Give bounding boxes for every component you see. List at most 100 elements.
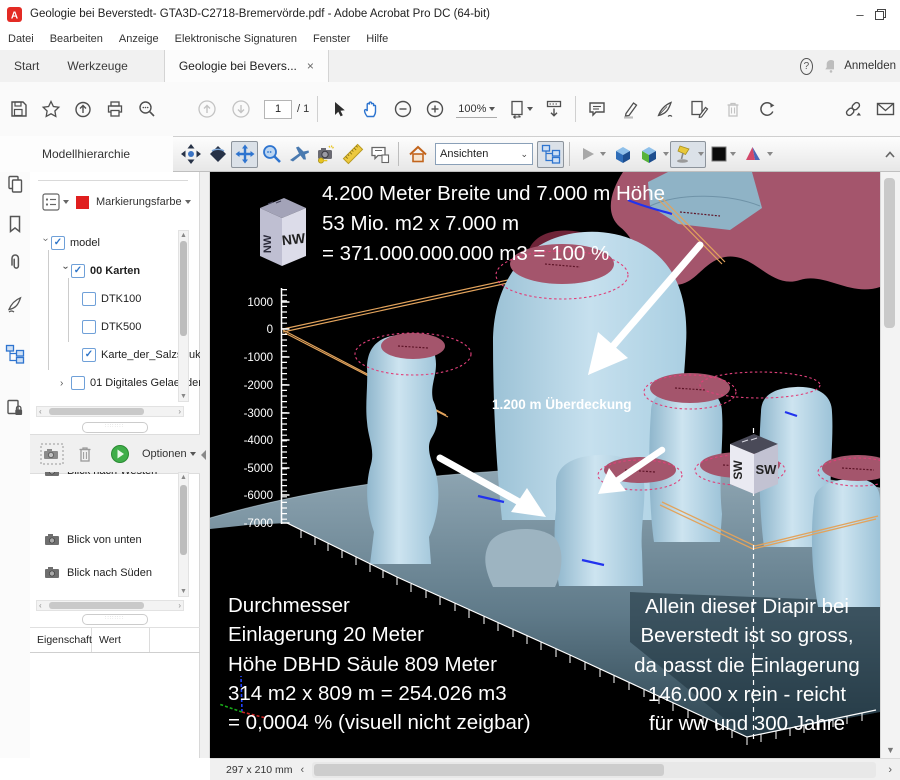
zoom-in-button[interactable] xyxy=(422,96,448,122)
menu-hilfe[interactable]: Hilfe xyxy=(358,33,396,45)
tab-document[interactable]: Geologie bei Bevers... × xyxy=(164,50,329,82)
view-item-blick-nach-westen[interactable]: Blick nach Westen xyxy=(30,472,180,487)
tree-item-00-karten[interactable]: ›✓00 Karten xyxy=(60,258,140,284)
svg-text:= 0,0004 % (visuell nicht zeig: = 0,0004 % (visuell nicht zeigbar) xyxy=(228,711,531,734)
sign-in-link[interactable]: Anmelden xyxy=(844,60,896,72)
new-view-camera-icon[interactable] xyxy=(40,443,64,465)
scroll-mode-button[interactable] xyxy=(541,96,567,122)
background-color-button[interactable] xyxy=(706,141,740,168)
scroll-left-arrow-icon[interactable]: ‹ xyxy=(301,764,305,776)
views-horizontal-scrollbar[interactable]: ‹› xyxy=(36,600,184,611)
window-title: Geologie bei Beverstedt- GTA3D-C2718-Bre… xyxy=(30,8,490,20)
scroll-right-arrow-icon[interactable]: › xyxy=(888,764,892,776)
lighting-button[interactable] xyxy=(670,141,706,168)
views-vertical-scrollbar[interactable]: ▲▼ xyxy=(178,472,189,597)
svg-text:0: 0 xyxy=(267,324,273,336)
camera-view-3d-tool[interactable] xyxy=(312,141,339,168)
link-share-button[interactable] xyxy=(840,96,866,122)
page-number-input[interactable]: 1 xyxy=(264,100,292,119)
salt-diapir-far-right xyxy=(812,479,880,607)
go-to-view-button[interactable] xyxy=(110,444,130,464)
comment-tool-button[interactable] xyxy=(584,96,610,122)
delete-view-icon[interactable] xyxy=(76,444,94,464)
measure-3d-tool[interactable] xyxy=(339,141,366,168)
document-horizontal-scrollbar[interactable] xyxy=(312,762,876,778)
svg-text:53 Mio. m2 x 7.000 m: 53 Mio. m2 x 7.000 m xyxy=(322,212,519,235)
help-icon[interactable]: ? xyxy=(800,58,813,75)
notifications-bell-icon[interactable] xyxy=(823,58,834,74)
panel-splitter-handle[interactable]: :::::::: xyxy=(82,422,148,433)
options-menu-label[interactable]: Optionen xyxy=(142,448,187,460)
panel-splitter-handle-2[interactable]: :::::::: xyxy=(82,614,148,625)
panel-collapse-arrow-icon[interactable] xyxy=(201,450,206,460)
restore-button[interactable] xyxy=(875,9,886,20)
model-tree-toggle-button[interactable] xyxy=(537,141,564,168)
toolbar-collapse-button[interactable] xyxy=(884,150,896,159)
cross-section-button[interactable] xyxy=(740,141,774,168)
3d-document-canvas[interactable]: 1000 0 -1000 -2000 -3000 -4000 -5000 -60… xyxy=(210,172,880,758)
rotate-pages-button[interactable] xyxy=(754,96,780,122)
rotate-3d-tool[interactable] xyxy=(177,141,204,168)
compass-cube-nw: NW NW xyxy=(260,198,307,266)
signatures-icon[interactable] xyxy=(5,294,25,314)
minimize-button[interactable]: – xyxy=(845,7,875,22)
views-dropdown[interactable]: Ansichten⌄ xyxy=(435,143,533,165)
previous-page-button[interactable] xyxy=(194,96,220,122)
tree-item-dtk100[interactable]: DTK100 xyxy=(82,286,141,312)
tab-start[interactable]: Start xyxy=(0,50,53,82)
tree-vertical-scrollbar[interactable]: ▲▼ xyxy=(178,230,189,402)
render-mode-button[interactable] xyxy=(636,141,670,168)
menu-signaturen[interactable]: Elektronische Signaturen xyxy=(167,33,305,45)
print-button[interactable] xyxy=(102,96,128,122)
svg-text:-2000: -2000 xyxy=(244,380,273,392)
model-tree-panel-icon[interactable] xyxy=(5,344,25,364)
sign-tool-button[interactable] xyxy=(652,96,678,122)
star-favorites-button[interactable] xyxy=(38,96,64,122)
view-item-blick-von-unten[interactable]: Blick von unten xyxy=(30,523,180,556)
menu-anzeige[interactable]: Anzeige xyxy=(111,33,167,45)
search-icon[interactable] xyxy=(134,96,160,122)
menu-datei[interactable]: Datei xyxy=(0,33,42,45)
scroll-down-arrow-icon[interactable]: ▼ xyxy=(881,745,900,755)
document-vertical-scrollbar[interactable]: ▼ xyxy=(880,172,900,758)
attachments-icon[interactable] xyxy=(5,252,25,272)
pan-3d-tool[interactable] xyxy=(231,141,258,168)
highlight-tool-button[interactable] xyxy=(618,96,644,122)
zoom-out-button[interactable] xyxy=(390,96,416,122)
page-fit-button[interactable] xyxy=(507,96,533,122)
menu-fenster[interactable]: Fenster xyxy=(305,33,358,45)
bookmarks-icon[interactable] xyxy=(5,214,25,234)
view-item-messansicht7[interactable]: › Messansicht7 xyxy=(30,589,180,597)
projection-cube-button[interactable] xyxy=(609,141,636,168)
salt-hill-low xyxy=(485,529,561,587)
share-button[interactable] xyxy=(70,96,96,122)
zoom-level-select[interactable]: 100% xyxy=(456,101,497,118)
hand-tool-button[interactable] xyxy=(358,96,384,122)
tab-close-icon[interactable]: × xyxy=(307,59,314,73)
tab-werkzeuge[interactable]: Werkzeuge xyxy=(53,50,141,82)
fly-3d-tool[interactable] xyxy=(285,141,312,168)
menu-bearbeiten[interactable]: Bearbeiten xyxy=(42,33,111,45)
panel-resize-divider[interactable] xyxy=(200,172,210,758)
next-page-button[interactable] xyxy=(228,96,254,122)
tree-item-dtk500[interactable]: DTK500 xyxy=(82,314,141,340)
value-column-header[interactable]: Wert xyxy=(92,628,150,652)
play-animation-button[interactable] xyxy=(575,141,609,168)
list-options-icon[interactable] xyxy=(42,193,60,211)
delete-pages-button[interactable] xyxy=(720,96,746,122)
view-item-blick-nach-sueden[interactable]: Blick nach Süden xyxy=(30,556,180,589)
layers-icon[interactable] xyxy=(5,398,25,418)
zoom-3d-tool[interactable] xyxy=(258,141,285,168)
edit-page-tool-button[interactable] xyxy=(686,96,712,122)
comment-3d-tool[interactable] xyxy=(366,141,393,168)
select-tool-button[interactable] xyxy=(326,96,352,122)
page-thumbnails-icon[interactable] xyxy=(5,174,25,194)
tree-item-model[interactable]: ›✓model xyxy=(40,230,100,256)
default-view-home-button[interactable] xyxy=(404,141,431,168)
email-button[interactable] xyxy=(872,96,898,122)
marking-color-swatch[interactable] xyxy=(76,196,89,209)
tree-horizontal-scrollbar[interactable]: ‹› xyxy=(36,406,184,417)
save-button[interactable] xyxy=(6,96,32,122)
spin-3d-tool[interactable] xyxy=(204,141,231,168)
property-column-header[interactable]: Eigenschaft xyxy=(30,628,92,652)
